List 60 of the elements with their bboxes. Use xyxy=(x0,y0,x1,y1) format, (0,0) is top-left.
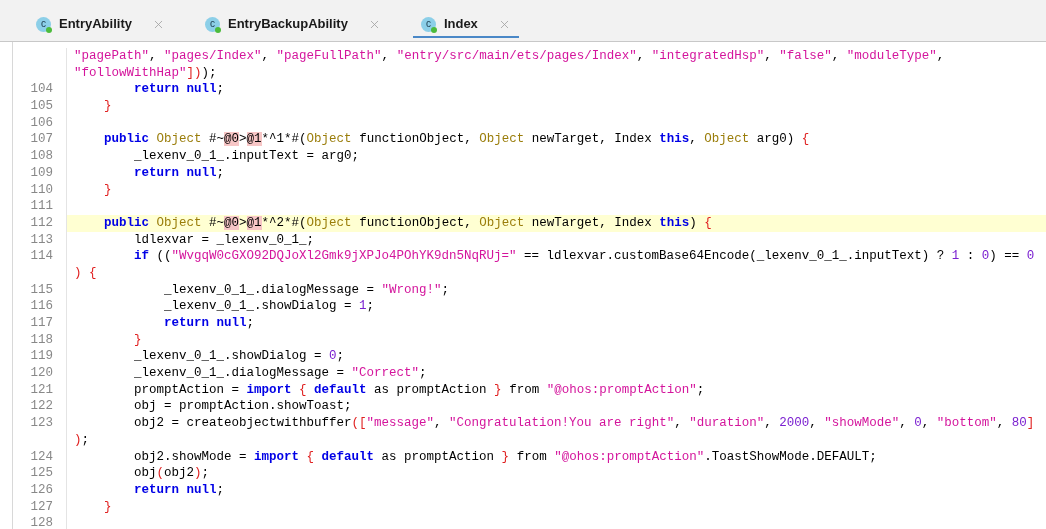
class-file-icon: c xyxy=(204,16,220,32)
line-number: 122 xyxy=(30,399,53,414)
line-number: 111 xyxy=(30,199,53,214)
class-file-icon: c xyxy=(36,16,51,32)
editor-tab[interactable]: c Index xyxy=(412,12,519,38)
line-number: 105 xyxy=(30,99,53,114)
code-line: return null; xyxy=(163,316,255,330)
class-file-icon: c xyxy=(420,16,436,32)
line-number: 110 xyxy=(30,182,53,197)
line-number: 106 xyxy=(30,115,53,130)
code-line: public Object #~@0>@1*^1*#(Object functionObject, Object newTarget, Index this, Object arg0) { xyxy=(103,132,810,147)
code-line: public Object #~@0>@1*^2*#(Object functionObject, Object newTarget, Index this) { xyxy=(103,215,712,230)
line-number: 107 xyxy=(30,132,53,147)
line-number: 114 xyxy=(30,249,53,264)
code-line: _lexenv_0_1_.dialogMessage = "Wrong!"; xyxy=(163,282,450,297)
code-line: } xyxy=(103,99,112,114)
code-line: obj = promptAction.showToast; xyxy=(133,399,352,414)
code-line: _lexenv_0_1_.inputText = arg0; xyxy=(133,149,360,164)
code-line: if (("WvgqW0cGXO92DQJoXl2Gmk9jXPJo4POhYK9dn5NqRUj=" == ldlexvar.customBase64Encode(_lexenv_0_1_.inputText) ? 1 : 0) == 0 xyxy=(133,249,1035,264)
line-number: 121 xyxy=(30,382,53,397)
tab-label: Index xyxy=(443,15,478,34)
line-number: 125 xyxy=(30,466,53,481)
code-line: } xyxy=(133,332,142,347)
code-line: } xyxy=(103,499,112,514)
line-number: 120 xyxy=(30,366,53,381)
code-line: return null; xyxy=(133,82,225,97)
code-line: promptAction = import { default as promptAction } from "@ohos:promptAction"; xyxy=(133,382,705,397)
line-number: 126 xyxy=(30,482,53,497)
code-line: ); xyxy=(74,432,90,447)
code-line: obj2.showMode = import { default as promptAction } from "@ohos:promptAction".ToastShowMode.DEFAULT; xyxy=(133,449,877,464)
line-number: 104 xyxy=(30,82,53,97)
line-number: 123 xyxy=(30,416,53,431)
code-line: _lexenv_0_1_.dialogMessage = "Correct"; xyxy=(133,366,427,381)
code-line: return null; xyxy=(133,482,225,497)
code-line: } xyxy=(103,182,112,197)
code-line: ldlexvar = _lexenv_0_1_; xyxy=(133,232,315,247)
code-line: "pagePath", "pages/Index", "pageFullPath", "entry/src/main/ets/pages/Index", "integratedHsp", "false", "moduleType", xyxy=(74,49,945,63)
code-line: return null; xyxy=(133,165,225,180)
line-number: 109 xyxy=(30,165,53,180)
line-number: 113 xyxy=(30,232,53,247)
line-number: 112 xyxy=(30,215,53,230)
line-number: 115 xyxy=(30,282,53,297)
tab-label: EntryBackupAbility xyxy=(227,15,348,34)
code-line: ) { xyxy=(74,265,97,280)
line-number: 116 xyxy=(30,299,53,314)
code-line: obj2 = createobjectwithbuffer(["message", "Congratulation!You are right", "duration", 2000, "showMode", 0, "bottom", 80] xyxy=(133,416,1035,431)
line-number: 108 xyxy=(30,149,53,164)
code-line: _lexenv_0_1_.showDialog = 0; xyxy=(133,349,345,364)
editor-tab[interactable]: c EntryAbility xyxy=(28,12,173,38)
line-number: 117 xyxy=(30,316,53,330)
line-number: 128 xyxy=(30,516,53,529)
code-line: obj(obj2); xyxy=(133,466,210,481)
tab-label: EntryAbility xyxy=(59,15,132,34)
line-number: 118 xyxy=(30,332,53,347)
code-line: "followWithHap"])); xyxy=(74,65,217,80)
line-number: 124 xyxy=(30,449,53,464)
line-number: 127 xyxy=(30,499,53,514)
line-number: 119 xyxy=(30,349,53,364)
code-line: _lexenv_0_1_.showDialog = 1; xyxy=(163,299,375,314)
editor-tab[interactable]: c EntryBackupAbility xyxy=(196,12,389,38)
